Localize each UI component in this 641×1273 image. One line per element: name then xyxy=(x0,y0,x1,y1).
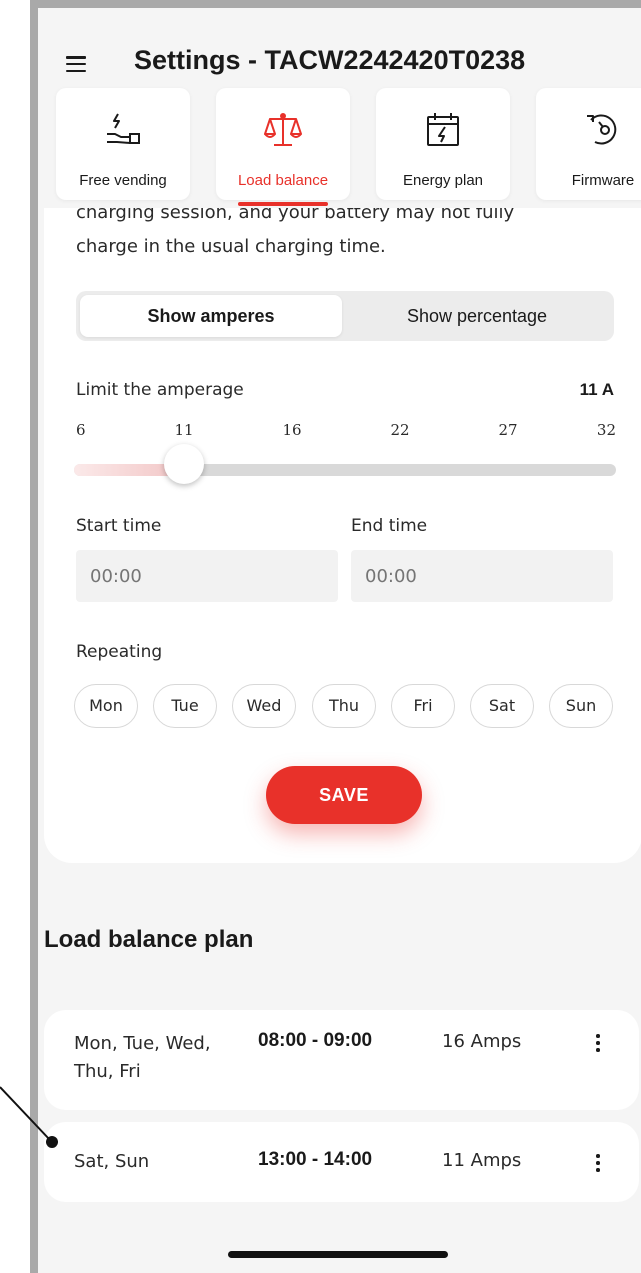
menu-icon[interactable] xyxy=(66,56,86,73)
plan-row-time: 13:00 - 14:00 xyxy=(258,1149,373,1170)
active-tab-indicator xyxy=(238,202,328,206)
limit-amperage-label: Limit the amperage xyxy=(76,380,244,400)
plan-row-days: Mon, Tue, Wed, Thu, Fri xyxy=(74,1033,211,1082)
tab-load-balance[interactable]: Load balance xyxy=(216,88,350,206)
slider-tick-32: 32 xyxy=(596,421,616,439)
phone-screen: charging session, and your battery may n… xyxy=(30,0,641,1273)
repeating-label: Repeating xyxy=(76,642,163,662)
day-wed[interactable]: Wed xyxy=(232,684,296,728)
plan-row-days: Sat, Sun xyxy=(74,1151,150,1172)
more-options-icon[interactable] xyxy=(592,1034,604,1054)
slider-tick-6: 6 xyxy=(76,421,86,439)
end-time-label: End time xyxy=(351,516,428,536)
settings-tabs: Free vending Load balance Energy plan Fi… xyxy=(38,88,641,208)
amperage-slider-thumb[interactable] xyxy=(164,444,204,484)
plan-section-title: Load balance plan xyxy=(44,926,254,953)
limit-amperage-value: 11 A xyxy=(579,380,614,399)
page-title: Settings - TACW2242420T0238 xyxy=(134,45,526,75)
slider-tick-11: 11 xyxy=(174,421,194,439)
day-mon[interactable]: Mon xyxy=(74,684,138,728)
hand-lightning-icon xyxy=(107,113,140,144)
tab-label: Free vending xyxy=(79,172,167,189)
plan-row[interactable]: Sat, Sun 13:00 - 14:00 11 Amps xyxy=(44,1122,639,1202)
top-bar: Settings - TACW2242420T0238 Free vending xyxy=(38,8,641,208)
calendar-lightning-icon xyxy=(427,113,459,146)
home-indicator xyxy=(228,1251,448,1258)
day-sun[interactable]: Sun xyxy=(549,684,613,728)
load-balance-settings-card: charging session, and your battery may n… xyxy=(44,158,641,863)
plan-row[interactable]: Mon, Tue, Wed, Thu, Fri 08:00 - 09:00 16… xyxy=(44,1010,639,1110)
tab-energy-plan[interactable]: Energy plan xyxy=(376,88,510,200)
slider-tick-27: 27 xyxy=(498,421,518,439)
day-sat[interactable]: Sat xyxy=(470,684,534,728)
slider-ticks: 6 11 16 22 27 32 xyxy=(76,421,616,441)
day-thu[interactable]: Thu xyxy=(312,684,376,728)
tab-firmware[interactable]: Firmware xyxy=(536,88,641,200)
save-button[interactable]: SAVE xyxy=(266,766,422,824)
end-time-input[interactable] xyxy=(351,550,613,602)
repeating-days: Mon Tue Wed Thu Fri Sat Sun xyxy=(74,684,619,728)
plan-row-amps: 16 Amps xyxy=(442,1031,522,1052)
start-time-label: Start time xyxy=(76,516,162,536)
scales-icon xyxy=(264,113,302,146)
start-time-input[interactable] xyxy=(76,550,338,602)
tab-label: Energy plan xyxy=(402,172,484,189)
plan-row-time: 08:00 - 09:00 xyxy=(258,1030,373,1051)
day-tue[interactable]: Tue xyxy=(153,684,217,728)
tab-label: Load balance xyxy=(237,172,329,189)
amperage-slider-track[interactable] xyxy=(74,464,616,476)
slider-tick-22: 22 xyxy=(390,421,410,439)
slider-tick-16: 16 xyxy=(282,421,302,439)
tab-free-vending[interactable]: Free vending xyxy=(56,88,190,200)
more-options-icon[interactable] xyxy=(592,1154,604,1174)
tab-label: Firmware xyxy=(571,172,635,189)
firmware-update-icon xyxy=(587,114,617,145)
unit-segmented-control: Show amperes Show percentage xyxy=(76,291,614,341)
show-amperes-option[interactable]: Show amperes xyxy=(80,295,342,337)
show-percentage-option[interactable]: Show percentage xyxy=(344,295,610,337)
day-fri[interactable]: Fri xyxy=(391,684,455,728)
plan-row-amps: 11 Amps xyxy=(442,1150,522,1171)
description-line: charge in the usual charging time. xyxy=(76,236,386,257)
